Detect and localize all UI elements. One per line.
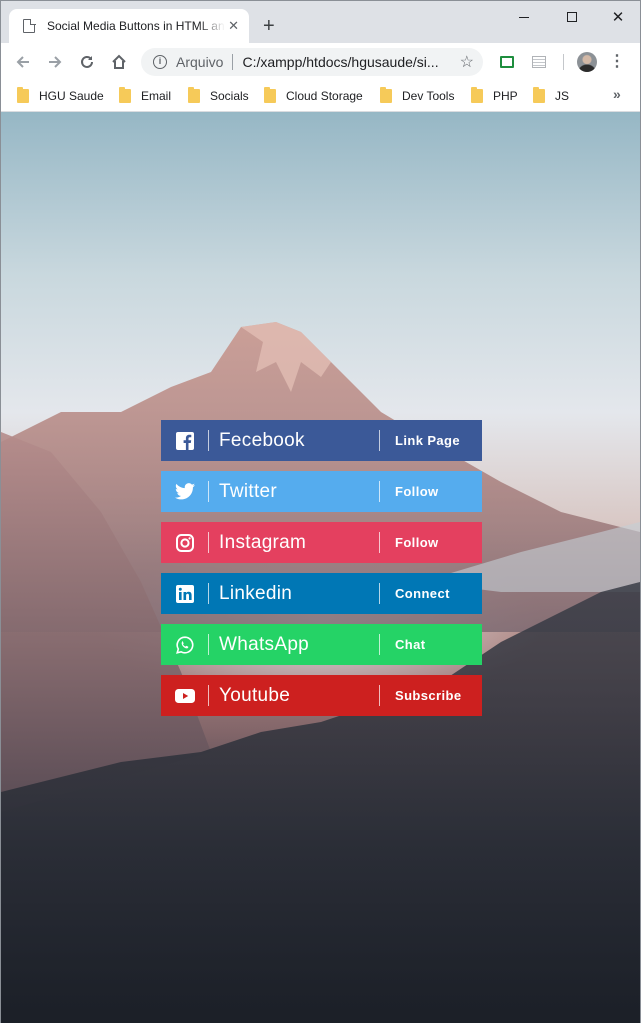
reload-button[interactable] <box>75 50 99 74</box>
folder-icon <box>471 87 483 103</box>
screenshot-extension-icon[interactable] <box>497 52 517 72</box>
bookmark-folder[interactable]: Cloud Storage <box>264 87 363 104</box>
title-bar: Social Media Buttons in HTML and CSS ✕ +… <box>1 1 640 43</box>
folder-icon <box>533 87 545 103</box>
twitter-button[interactable]: Twitter Follow <box>161 471 482 512</box>
bookmark-label: Cloud Storage <box>286 89 363 103</box>
back-button[interactable] <box>11 50 35 74</box>
browser-tab[interactable]: Social Media Buttons in HTML and CSS ✕ <box>9 9 249 43</box>
reload-icon <box>81 55 93 68</box>
social-buttons-list: Fecebook Link Page Twitter Follow Instag… <box>161 420 482 726</box>
bookmark-label: HGU Saude <box>39 89 104 103</box>
instagram-button[interactable]: Instagram Follow <box>161 522 482 563</box>
home-icon <box>112 54 126 69</box>
instagram-icon <box>161 522 208 563</box>
network-name: Youtube <box>219 684 291 706</box>
folder-icon <box>188 87 200 103</box>
action-label: Connect <box>395 586 450 601</box>
action-label: Subscribe <box>395 688 462 703</box>
omnibox-divider <box>232 54 234 70</box>
folder-icon <box>380 87 392 103</box>
forward-button[interactable] <box>43 50 67 74</box>
linkedin-icon <box>161 573 208 614</box>
bookmark-label: Email <box>141 89 172 103</box>
bookmark-label: Socials <box>210 89 249 103</box>
close-window-button[interactable]: ✕ <box>595 5 641 29</box>
browser-toolbar: i Arquivo C:/xampp/htdocs/hgusaude/si...… <box>1 43 640 81</box>
network-name: Linkedin <box>219 582 293 604</box>
bookmark-folder[interactable]: Socials <box>188 87 249 104</box>
network-name: WhatsApp <box>219 633 310 655</box>
folder-icon <box>17 87 29 103</box>
arrow-right-icon <box>49 56 62 68</box>
bookmark-folder[interactable]: Email <box>119 87 172 104</box>
tab-title: Social Media Buttons in HTML and CSS <box>47 19 225 33</box>
kebab-menu-icon[interactable]: ⋮ <box>607 51 627 73</box>
facebook-icon <box>161 420 208 461</box>
tab-close-icon[interactable]: ✕ <box>228 18 239 34</box>
folder-icon <box>264 87 276 103</box>
bookmark-folder[interactable]: JS <box>533 87 570 104</box>
url-text[interactable]: C:/xampp/htdocs/hgusaude/si... <box>242 54 442 70</box>
youtube-button[interactable]: Youtube Subscribe <box>161 675 482 716</box>
twitter-icon <box>161 471 208 512</box>
action-label: Chat <box>395 637 426 652</box>
info-icon[interactable]: i <box>153 55 167 69</box>
youtube-icon <box>161 675 208 716</box>
whatsapp-button[interactable]: WhatsApp Chat <box>161 624 482 665</box>
bookmark-folder[interactable]: Dev Tools <box>380 87 455 104</box>
network-name: Instagram <box>219 531 307 553</box>
action-label: Link Page <box>395 433 461 448</box>
reader-extension-icon[interactable] <box>529 52 549 72</box>
bookmark-folder[interactable]: HGU Saude <box>17 87 104 104</box>
facebook-button[interactable]: Fecebook Link Page <box>161 420 482 461</box>
action-label: Follow <box>395 535 439 550</box>
folder-icon <box>119 87 131 103</box>
bookmark-label: PHP <box>493 89 518 103</box>
document-icon <box>23 18 36 33</box>
bookmark-folder[interactable]: PHP <box>471 87 518 104</box>
page-content: Fecebook Link Page Twitter Follow Instag… <box>1 112 640 1023</box>
whatsapp-icon <box>161 624 208 665</box>
action-label: Follow <box>395 484 439 499</box>
bookmark-label: Dev Tools <box>402 89 455 103</box>
network-name: Fecebook <box>219 429 305 451</box>
minimize-button[interactable] <box>501 5 547 29</box>
arrow-left-icon <box>16 56 29 68</box>
bookmarks-bar: HGU Saude Email Socials Cloud Storage De… <box>1 81 640 112</box>
security-label: Arquivo <box>176 54 224 70</box>
maximize-icon <box>567 12 577 22</box>
maximize-button[interactable] <box>549 5 595 29</box>
minimize-icon <box>519 16 529 18</box>
home-button[interactable] <box>107 50 131 74</box>
bookmark-star-icon[interactable]: ☆ <box>460 52 474 72</box>
bookmark-label: JS <box>555 89 570 103</box>
toolbar-divider <box>563 54 564 70</box>
network-name: Twitter <box>219 480 278 502</box>
more-bookmarks-icon[interactable]: » <box>613 86 621 102</box>
linkedin-button[interactable]: Linkedin Connect <box>161 573 482 614</box>
profile-avatar[interactable] <box>577 52 597 72</box>
browser-window: Social Media Buttons in HTML and CSS ✕ +… <box>0 0 641 1023</box>
address-bar[interactable]: i Arquivo C:/xampp/htdocs/hgusaude/si...… <box>141 48 483 76</box>
new-tab-button[interactable]: + <box>263 15 275 37</box>
